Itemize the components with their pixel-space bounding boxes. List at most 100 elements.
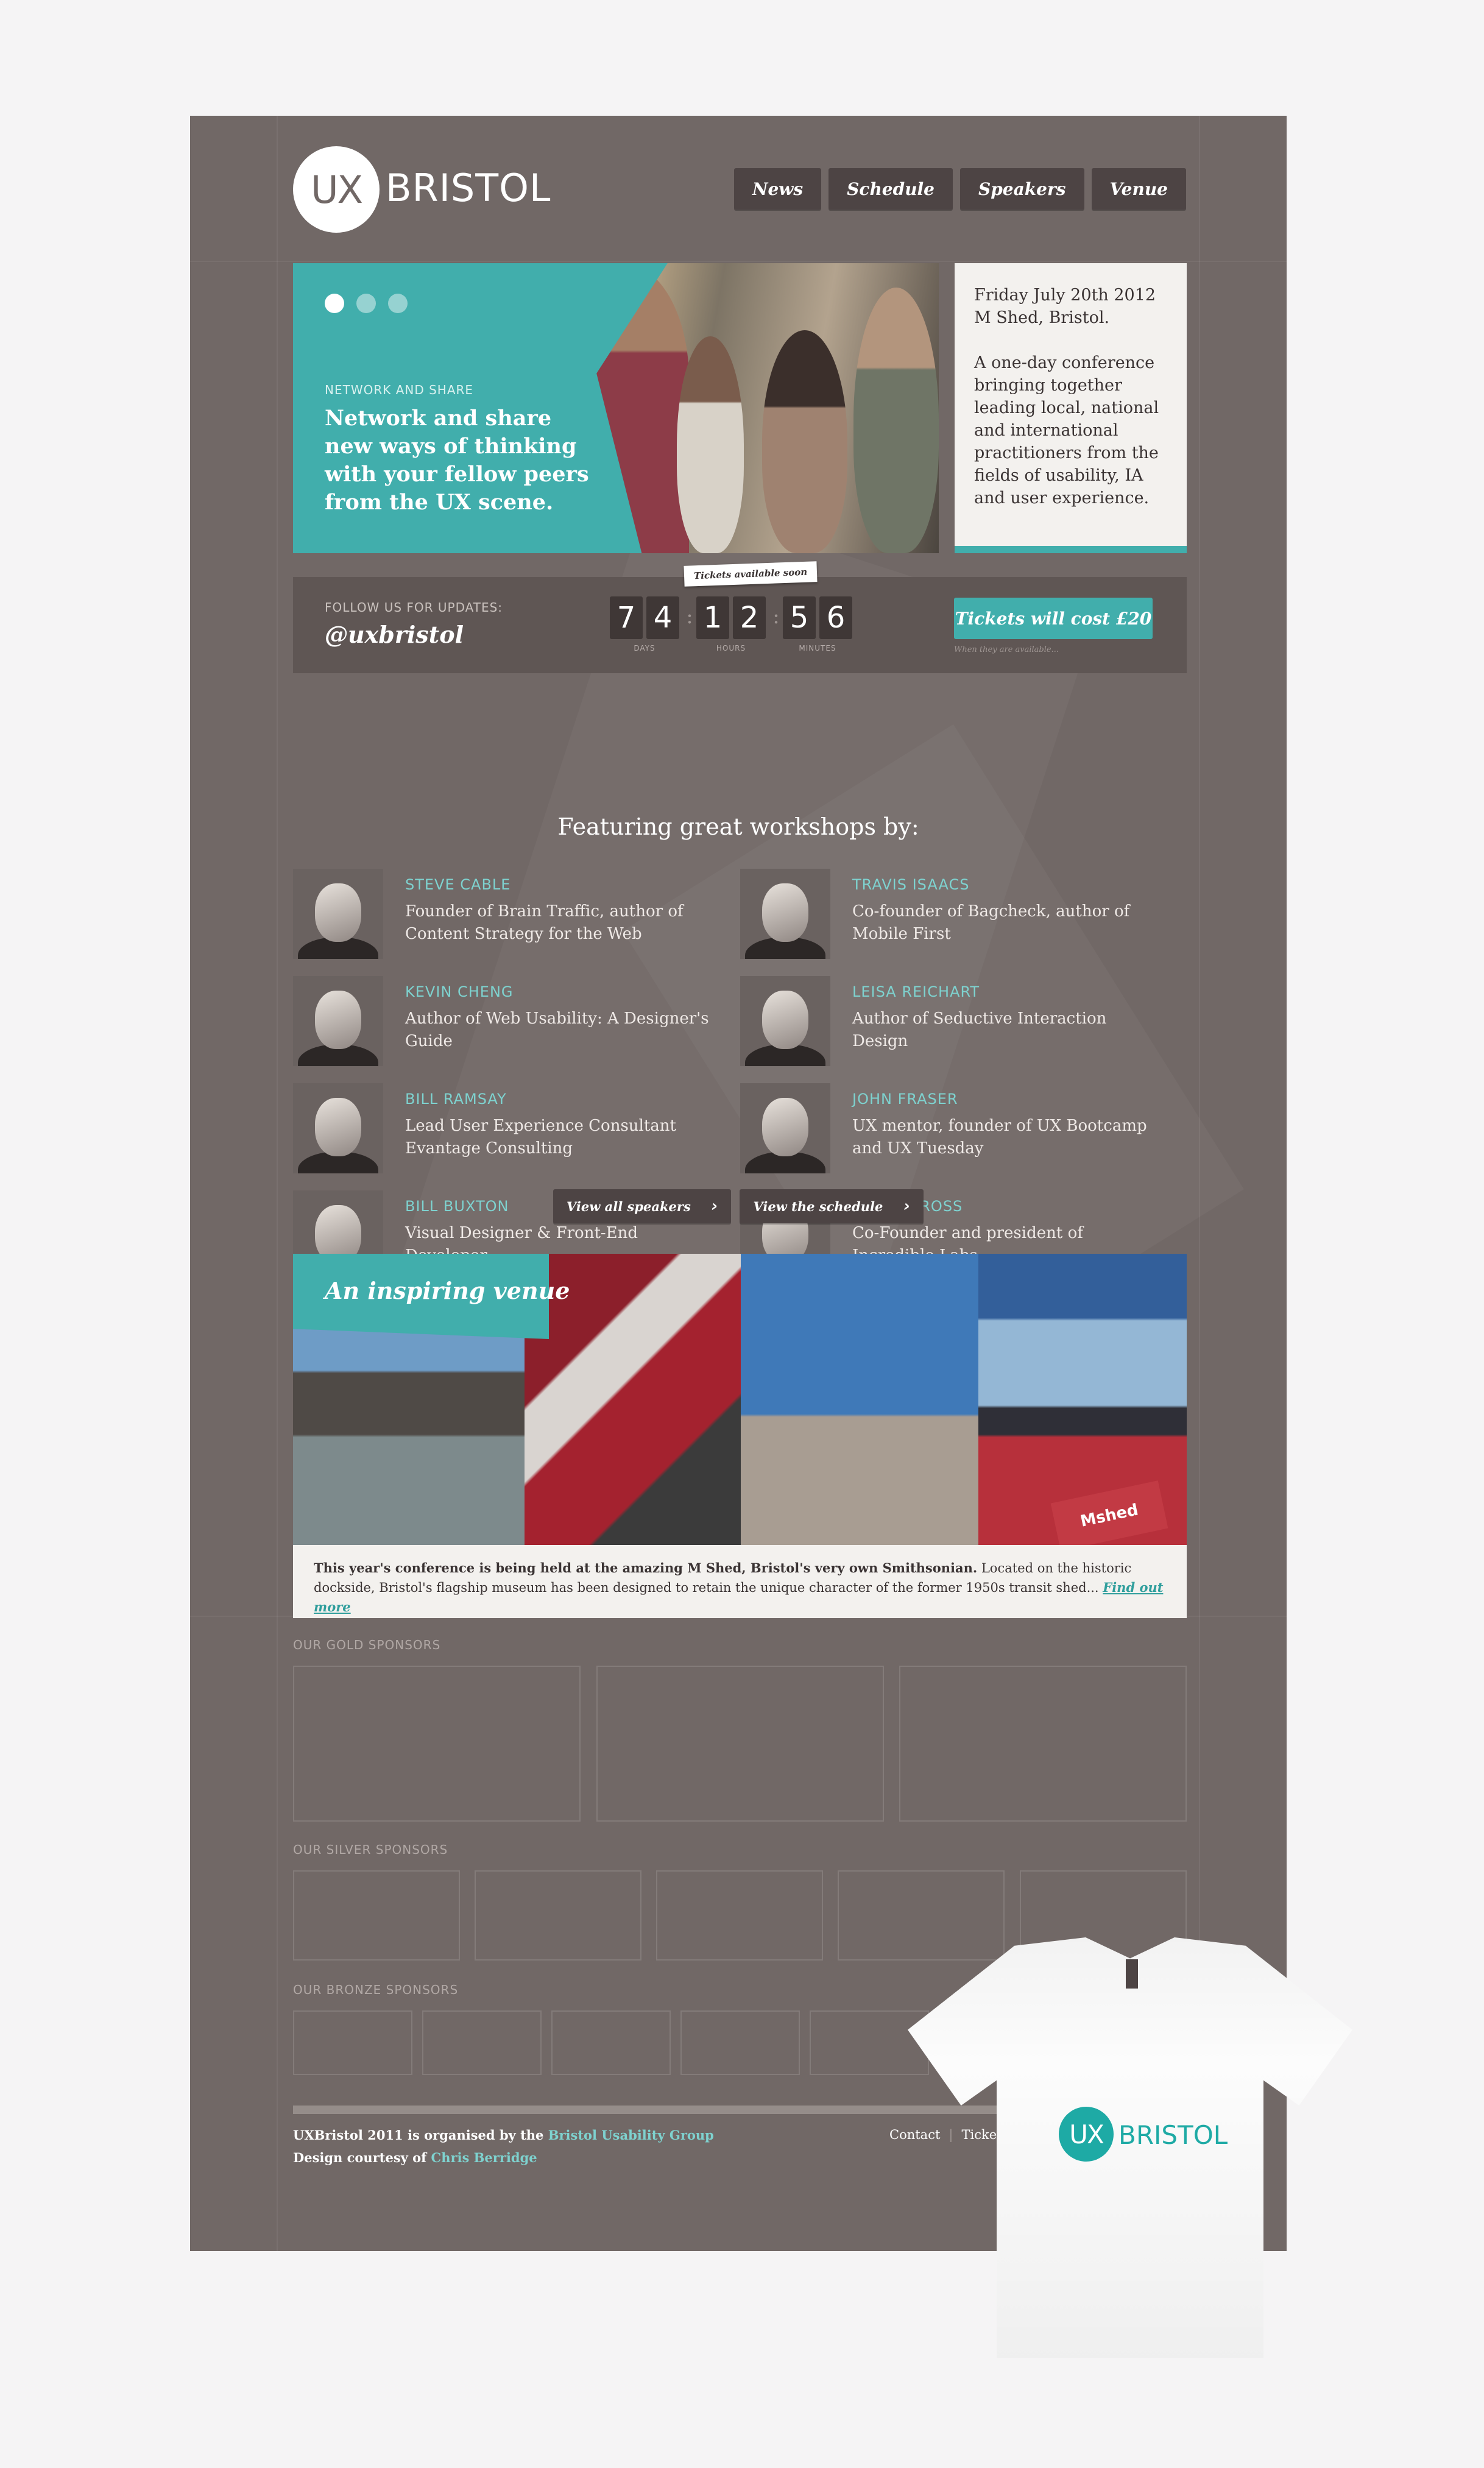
grid-line	[190, 261, 1287, 262]
countdown-hours-label: HOURS	[716, 644, 746, 652]
countdown-digit: 6	[819, 596, 852, 639]
logo-wordmark: BRISTOL	[386, 166, 551, 210]
speaker-bio: Co-founder of Bagcheck, author of Mobile…	[852, 902, 1130, 943]
speaker-photo	[293, 1083, 383, 1173]
view-schedule-button[interactable]: View the schedule ›	[740, 1189, 924, 1223]
venue-description: This year's conference is being held at …	[314, 1558, 1167, 1617]
gold-sponsor-slot[interactable]	[899, 1666, 1187, 1822]
workshop-actions: View all speakers › View the schedule ›	[190, 1189, 1287, 1223]
countdown-minutes-label: MINUTES	[799, 644, 836, 652]
event-intro-card: Friday July 20th 2012 M Shed, Bristol. A …	[955, 263, 1187, 553]
speaker-photo	[293, 976, 383, 1066]
slider-dots	[325, 294, 408, 313]
speaker-bio: Founder of Brain Traffic, author of Cont…	[405, 902, 684, 943]
countdown-minutes: 5 6 MINUTES	[783, 596, 856, 652]
speaker-photo	[740, 1083, 830, 1173]
bristol-usability-group-link[interactable]: Bristol Usability Group	[548, 2127, 714, 2143]
countdown-digit: 4	[646, 596, 679, 639]
footer-organised-text: UXBristol 2011 is organised by the	[293, 2127, 548, 2143]
countdown-days-label: DAYS	[634, 644, 655, 652]
countdown-hours: 1 2 HOURS	[696, 596, 769, 652]
gold-sponsors-label: OUR GOLD SPONSORS	[293, 1638, 441, 1652]
tshirt-label-tag	[1126, 1959, 1138, 1989]
bronze-sponsor-slot[interactable]	[680, 2010, 800, 2075]
countdown-separator: :	[772, 604, 780, 629]
speaker-photo	[293, 869, 383, 959]
grid-line	[1199, 116, 1200, 2251]
footer-design-text: Design courtesy of	[293, 2150, 431, 2165]
speaker-bio: Author of Web Usability: A Designer's Gu…	[405, 1009, 709, 1050]
speaker-card[interactable]: JOHN FRASER UX mentor, founder of UX Boo…	[740, 1083, 1167, 1175]
speaker-card[interactable]: STEVE CABLE Founder of Brain Traffic, au…	[293, 869, 719, 960]
photo-person	[762, 330, 847, 553]
silver-sponsor-slot[interactable]	[475, 1870, 641, 1961]
speaker-photo	[740, 869, 830, 959]
grid-line	[277, 116, 278, 2251]
follow-label: FOLLOW US FOR UPDATES:	[325, 600, 503, 615]
bronze-sponsor-slot[interactable]	[551, 2010, 671, 2075]
speaker-name: STEVE CABLE	[405, 876, 511, 893]
site-mockup: UX BRISTOL News Schedule Speakers Venue …	[190, 116, 1287, 2251]
chevron-right-icon: ›	[711, 1197, 718, 1215]
slider-dot-1[interactable]	[325, 294, 344, 313]
nav-news[interactable]: News	[733, 168, 822, 210]
speaker-card[interactable]: TRAVIS ISAACS Co-founder of Bagcheck, au…	[740, 869, 1167, 960]
photo-person	[677, 336, 744, 553]
speaker-card[interactable]: KEVIN CHENG Author of Web Usability: A D…	[293, 976, 719, 1067]
bronze-sponsor-slot[interactable]	[293, 2010, 412, 2075]
photo-face	[315, 991, 361, 1049]
slider-dot-3[interactable]	[388, 294, 408, 313]
speaker-bio: UX mentor, founder of UX Bootcamp and UX…	[852, 1117, 1147, 1158]
bronze-sponsor-slot[interactable]	[422, 2010, 542, 2075]
speaker-card[interactable]: BILL RAMSAY Lead User Experience Consult…	[293, 1083, 719, 1175]
event-date: Friday July 20th 2012	[974, 286, 1156, 305]
speaker-photo	[740, 976, 830, 1066]
tshirt-logo-mark: UX	[1059, 2107, 1114, 2162]
speaker-name: LEISA REICHART	[852, 983, 980, 1000]
twitter-handle-link[interactable]: @uxbristol	[325, 621, 464, 648]
event-description: A one-day conference bringing together l…	[974, 353, 1159, 507]
speaker-name: TRAVIS ISAACS	[852, 876, 970, 893]
photo-person	[853, 288, 939, 553]
tickets-soon-tag: Tickets available soon	[684, 561, 818, 587]
view-speakers-label: View all speakers	[566, 1198, 691, 1214]
silver-sponsor-slot[interactable]	[293, 1870, 460, 1961]
photo-face	[762, 1098, 808, 1156]
photo-face	[315, 1098, 361, 1156]
slider-dot-2[interactable]	[356, 294, 376, 313]
countdown-days: 7 4 DAYS	[610, 596, 683, 652]
countdown-timer: 7 4 DAYS : 1 2 HOURS : 5 6 MINUTES	[610, 596, 856, 652]
site-logo[interactable]: UX BRISTOL	[293, 146, 732, 235]
photo-dockside	[741, 1254, 978, 1545]
nav-venue[interactable]: Venue	[1091, 168, 1186, 210]
speaker-bio: Author of Seductive Interaction Design	[852, 1009, 1107, 1050]
event-place: M Shed, Bristol.	[974, 308, 1110, 327]
gold-sponsor-slot[interactable]	[293, 1666, 581, 1822]
nav-schedule[interactable]: Schedule	[829, 168, 953, 210]
speaker-bio: Lead User Experience Consultant Evantage…	[405, 1117, 676, 1158]
tshirt-mockup: UX BRISTOL	[908, 1937, 1352, 2358]
speaker-name: BILL RAMSAY	[405, 1091, 507, 1108]
hero-slider[interactable]: NETWORK AND SHARE Network and share new …	[293, 263, 939, 553]
tickets-button[interactable]: Tickets will cost £20	[954, 598, 1153, 639]
venue-section: Mshed An inspiring venue This year's con…	[293, 1254, 1187, 1618]
silver-sponsor-slot[interactable]	[656, 1870, 823, 1961]
tshirt-logo-wordmark: BRISTOL	[1118, 2120, 1228, 2150]
view-speakers-button[interactable]: View all speakers ›	[553, 1189, 732, 1223]
bronze-sponsors-label: OUR BRONZE SPONSORS	[293, 1982, 459, 1997]
countdown-separator: :	[686, 604, 693, 629]
hero-headline: Network and share new ways of thinking w…	[325, 406, 589, 515]
follow-bar: FOLLOW US FOR UPDATES: @uxbristol 7 4 DA…	[293, 561, 1187, 673]
photo-face	[762, 991, 808, 1049]
venue-title: An inspiring venue	[325, 1277, 570, 1304]
chris-berridge-link[interactable]: Chris Berridge	[431, 2150, 537, 2165]
nav-speakers[interactable]: Speakers	[960, 168, 1084, 210]
speaker-card[interactable]: LEISA REICHART Author of Seductive Inter…	[740, 976, 1167, 1067]
gold-sponsor-slot[interactable]	[596, 1666, 884, 1822]
main-nav: News Schedule Speakers Venue	[733, 168, 1186, 210]
chevron-right-icon: ›	[903, 1197, 911, 1215]
tickets-note: When they are available...	[954, 645, 1059, 654]
workshops-heading: Featuring great workshops by:	[557, 813, 919, 840]
countdown-digit: 2	[733, 596, 766, 639]
countdown-digit: 5	[783, 596, 816, 639]
